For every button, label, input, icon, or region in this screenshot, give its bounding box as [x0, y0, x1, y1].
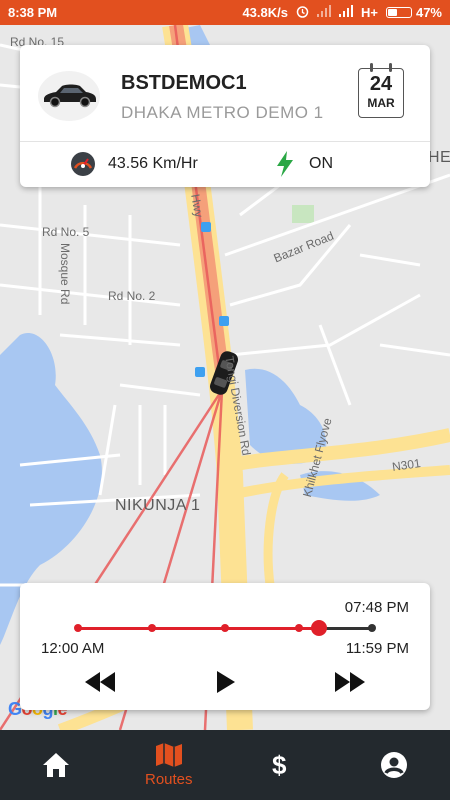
- battery-icon: [385, 7, 412, 18]
- map-label: HE: [428, 149, 450, 166]
- date-picker[interactable]: 24 MAR: [358, 63, 404, 118]
- timeline-progress: [78, 627, 320, 630]
- timeline-dot: [221, 624, 229, 632]
- fast-forward-button[interactable]: [332, 669, 368, 695]
- svg-text:$: $: [272, 751, 287, 779]
- nav-home[interactable]: [0, 730, 113, 800]
- vehicle-info-card[interactable]: BSTDEMOC1 DHAKA METRO DEMO 1 24 MAR 43.5…: [20, 45, 430, 187]
- nav-billing[interactable]: $: [225, 730, 338, 800]
- battery-indicator: 47%: [385, 5, 442, 20]
- network-type: H+: [360, 5, 378, 20]
- map-icon: [155, 742, 182, 767]
- alarm-icon: [296, 5, 309, 21]
- bottom-navigation: Routes $: [0, 730, 450, 800]
- status-bar: 8:38 PM 43.8K/s H+ 47%: [0, 0, 450, 25]
- end-time: 11:59 PM: [345, 640, 409, 657]
- ignition-status: ON: [309, 155, 333, 172]
- nav-routes-label: Routes: [144, 770, 193, 788]
- timeline-dot: [74, 624, 82, 632]
- map-label: Rd No. 5: [42, 225, 90, 239]
- start-time: 12:00 AM: [41, 640, 105, 657]
- date-month: MAR: [367, 96, 395, 110]
- timeline-thumb[interactable]: [311, 620, 328, 636]
- play-button[interactable]: [208, 669, 244, 695]
- vehicle-group: DHAKA METRO DEMO 1: [121, 103, 324, 122]
- home-icon: [43, 753, 70, 777]
- route-playback-card: 07:48 PM 12:00 AM 11:59 PM: [20, 583, 430, 710]
- account-icon: [380, 752, 407, 778]
- speed-value: 43.56 Km/Hr: [108, 155, 198, 172]
- current-time: 07:48 PM: [344, 599, 409, 616]
- map-label-area: NIKUNJA 1: [115, 497, 201, 514]
- rewind-icon: [85, 672, 115, 692]
- map-label: Rd No. 2: [108, 289, 156, 303]
- nav-profile[interactable]: [338, 730, 450, 800]
- dollar-icon: $: [272, 751, 287, 779]
- nav-routes[interactable]: Routes: [113, 730, 226, 800]
- map-label: Mosque Rd: [58, 243, 72, 305]
- ignition-bolt-icon: [277, 151, 293, 177]
- rewind-button[interactable]: [82, 669, 118, 695]
- fast-forward-icon: [335, 672, 365, 692]
- timeline-slider[interactable]: [74, 620, 376, 636]
- date-day: 24: [369, 73, 393, 95]
- network-speed: 43.8K/s: [242, 5, 288, 20]
- status-time: 8:38 PM: [8, 5, 58, 20]
- timeline-dot: [294, 624, 303, 632]
- timeline-dot: [147, 624, 156, 632]
- play-icon: [217, 671, 235, 693]
- signal-icon: [316, 5, 331, 20]
- park-area: [292, 205, 314, 223]
- vehicle-name: BSTDEMOC1: [121, 72, 247, 94]
- car-icon: [44, 84, 96, 108]
- timeline-dot: [368, 624, 376, 632]
- signal-icon-2: [338, 5, 353, 20]
- vehicle-avatar: [38, 71, 100, 121]
- battery-percent: 47%: [415, 5, 442, 20]
- speedometer-icon: [71, 152, 95, 176]
